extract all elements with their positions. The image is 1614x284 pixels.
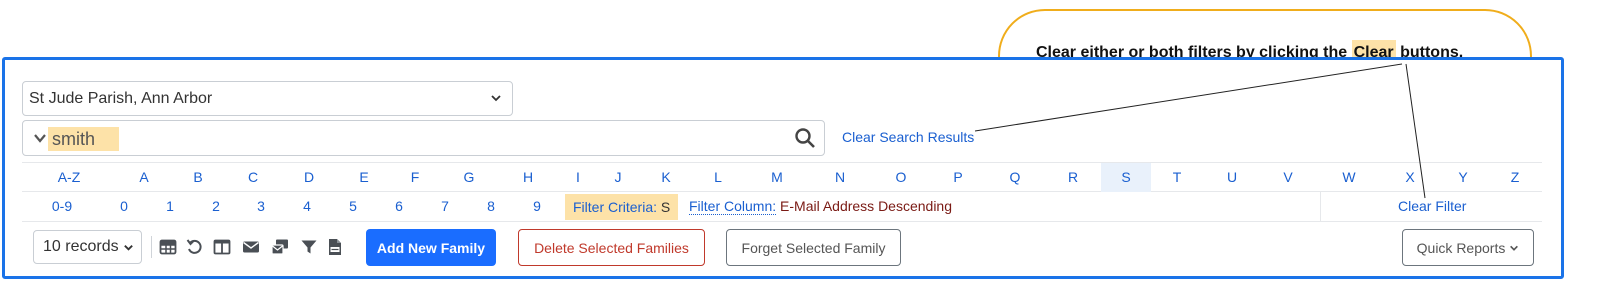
alpha-filter-g[interactable]: G: [449, 163, 489, 192]
number-filter-9[interactable]: 9: [525, 192, 549, 221]
filter-criteria-label: Filter Criteria:: [573, 199, 658, 215]
alpha-filter-o[interactable]: O: [885, 163, 917, 192]
alpha-filter-r[interactable]: R: [1057, 163, 1089, 192]
alpha-filter-row: A-Z A B C D E F G H I J K L M N O P Q R …: [22, 162, 1542, 192]
filter-criteria-badge: Filter Criteria: S: [565, 194, 679, 220]
number-filter-6[interactable]: 6: [387, 192, 411, 221]
alpha-filter-l[interactable]: L: [703, 163, 733, 192]
search-icon[interactable]: [794, 127, 816, 149]
chevron-down-icon: [491, 95, 501, 102]
filter-criteria-value: S: [660, 199, 671, 215]
csv-file-icon[interactable]: [326, 238, 344, 256]
search-input[interactable]: smith: [22, 120, 825, 156]
parish-select[interactable]: St Jude Parish, Ann Arbor: [22, 81, 513, 116]
number-filter-row: 0-9 0 1 2 3 4 5 6 7 8 9 Filter Criteria:…: [22, 192, 1542, 222]
alpha-filter-j[interactable]: J: [603, 163, 633, 192]
records-per-page-select[interactable]: 10 records: [33, 230, 142, 264]
add-new-family-button[interactable]: Add New Family: [366, 229, 496, 266]
quick-reports-label: Quick Reports: [1416, 239, 1506, 256]
alpha-filter-p[interactable]: P: [942, 163, 974, 192]
toolbar-divider: [151, 236, 152, 258]
alpha-filter-v[interactable]: V: [1272, 163, 1304, 192]
alpha-filter-q[interactable]: Q: [999, 163, 1031, 192]
number-filter-all[interactable]: 0-9: [46, 192, 78, 221]
alpha-filter-b[interactable]: B: [178, 163, 218, 192]
records-per-page-value: 10 records: [43, 238, 119, 255]
alpha-filter-h[interactable]: H: [508, 163, 548, 192]
alpha-filter-m[interactable]: M: [761, 163, 793, 192]
alpha-filter-t[interactable]: T: [1161, 163, 1193, 192]
alpha-filter-all[interactable]: A-Z: [46, 163, 92, 192]
search-query-value[interactable]: smith: [48, 127, 120, 151]
filter-column-value: E-Mail Address Descending: [780, 198, 953, 214]
number-filter-1[interactable]: 1: [158, 192, 182, 221]
number-filter-4[interactable]: 4: [295, 192, 319, 221]
chevron-down-icon: [1510, 245, 1519, 251]
alpha-filter-x[interactable]: X: [1394, 163, 1426, 192]
alpha-filter-s[interactable]: S: [1101, 163, 1151, 192]
filter-column-label[interactable]: Filter Column:: [689, 198, 777, 215]
chevron-down-icon: [124, 245, 133, 251]
clear-search-results-link[interactable]: Clear Search Results: [842, 129, 974, 145]
alpha-filter-c[interactable]: C: [233, 163, 273, 192]
chevron-down-icon[interactable]: [33, 131, 47, 145]
number-filter-5[interactable]: 5: [341, 192, 365, 221]
alpha-filter-f[interactable]: F: [395, 163, 435, 192]
table-icon[interactable]: [159, 238, 177, 256]
email-icon[interactable]: [242, 238, 260, 256]
number-filter-7[interactable]: 7: [433, 192, 457, 221]
forget-selected-family-button[interactable]: Forget Selected Family: [726, 229, 901, 266]
parish-select-value: St Jude Parish, Ann Arbor: [29, 89, 213, 107]
delete-selected-families-button[interactable]: Delete Selected Families: [518, 229, 705, 266]
mail-merge-icon[interactable]: [271, 238, 289, 256]
quick-reports-dropdown[interactable]: Quick Reports: [1402, 229, 1534, 266]
clear-filter-link[interactable]: Clear Filter: [1398, 192, 1466, 221]
alpha-filter-y[interactable]: Y: [1447, 163, 1479, 192]
number-filter-8[interactable]: 8: [479, 192, 503, 221]
clear-filter-cell: Clear Filter: [1320, 192, 1542, 221]
number-filter-3[interactable]: 3: [249, 192, 273, 221]
undo-icon[interactable]: [186, 238, 204, 256]
number-filter-2[interactable]: 2: [204, 192, 228, 221]
alpha-filter-z[interactable]: Z: [1499, 163, 1531, 192]
alpha-filter-u[interactable]: U: [1216, 163, 1248, 192]
alpha-filter-d[interactable]: D: [289, 163, 329, 192]
filter-column: Filter Column: E-Mail Address Descending: [689, 192, 952, 221]
alpha-filter-a[interactable]: A: [124, 163, 164, 192]
columns-icon[interactable]: [213, 238, 231, 256]
filter-icon[interactable]: [300, 238, 318, 256]
alpha-filter-w[interactable]: W: [1332, 163, 1366, 192]
alpha-filter-k[interactable]: K: [651, 163, 681, 192]
alpha-filter-e[interactable]: E: [344, 163, 384, 192]
alpha-filter-i[interactable]: I: [563, 163, 593, 192]
alpha-filter-n[interactable]: N: [824, 163, 856, 192]
number-filter-0[interactable]: 0: [112, 192, 136, 221]
